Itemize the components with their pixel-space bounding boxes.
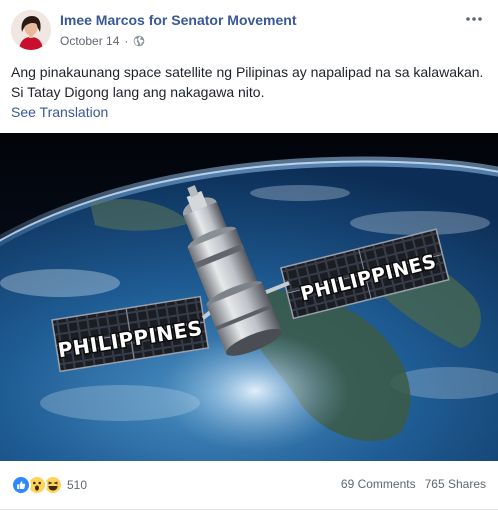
facebook-post: Imee Marcos for Senator Movement October… xyxy=(0,0,498,510)
post-image[interactable]: PHILIPPINES PHILIPPINES xyxy=(0,133,498,461)
reactions-summary[interactable]: 510 xyxy=(11,475,87,495)
post-text: Ang pinakaunang space satellite ng Pilip… xyxy=(11,62,491,102)
post-meta: October 14 · xyxy=(60,33,145,49)
post-text-line: Si Tatay Digong lang ang nakagawa nito. xyxy=(11,84,265,100)
like-icon xyxy=(11,475,31,495)
see-translation-link[interactable]: See Translation xyxy=(11,104,108,120)
post-footer: 510 69 Comments 765 Shares xyxy=(0,461,498,510)
globe-icon[interactable] xyxy=(133,35,145,47)
comments-count-link[interactable]: 69 Comments xyxy=(341,477,416,491)
author-avatar[interactable] xyxy=(11,10,51,50)
post-header: Imee Marcos for Senator Movement October… xyxy=(0,0,498,60)
post-date-link[interactable]: October 14 xyxy=(60,34,119,48)
reaction-count: 510 xyxy=(67,478,88,492)
post-text-line: Ang pinakaunang space satellite ng Pilip… xyxy=(11,64,484,80)
meta-separator: · xyxy=(124,34,129,48)
more-options-icon[interactable] xyxy=(462,9,486,29)
engagement-counts: 69 Comments 765 Shares xyxy=(341,477,486,491)
shares-count-link[interactable]: 765 Shares xyxy=(425,477,486,491)
author-name-link[interactable]: Imee Marcos for Senator Movement xyxy=(60,12,297,28)
